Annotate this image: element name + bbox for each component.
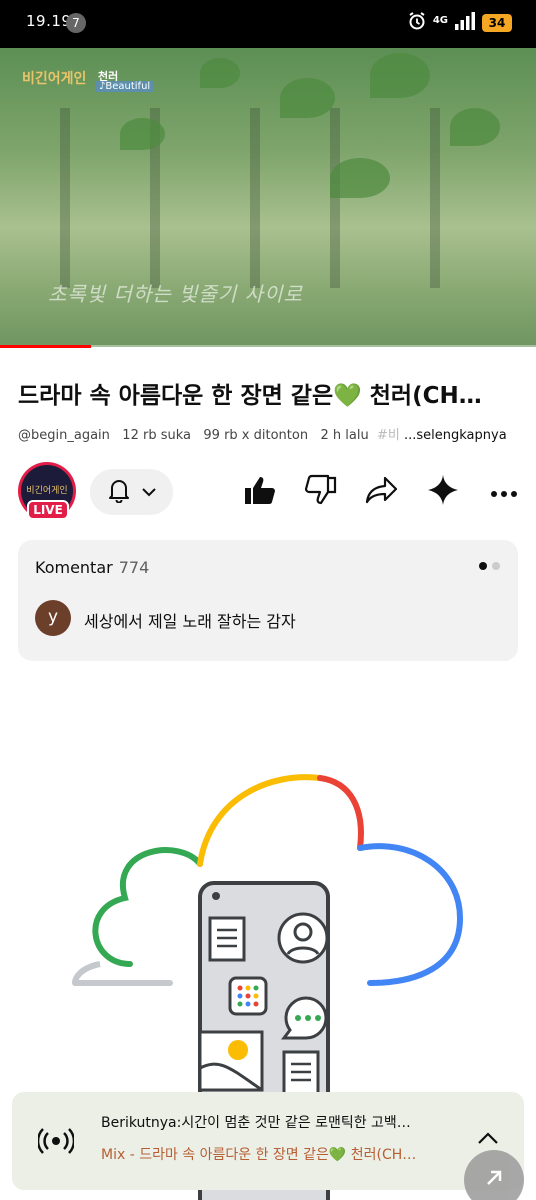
thumbs-up-icon bbox=[243, 474, 277, 510]
live-badge: LIVE bbox=[27, 500, 69, 520]
notification-bell-button[interactable] bbox=[90, 469, 173, 515]
arrow-diagonal-icon bbox=[482, 1166, 506, 1194]
signal-icon bbox=[454, 12, 476, 34]
dislike-button[interactable] bbox=[303, 474, 339, 510]
status-bar: 19.19 7 4G 34 bbox=[0, 0, 536, 48]
upload-age: 2 h lalu bbox=[320, 428, 369, 443]
remix-button[interactable] bbox=[425, 474, 461, 510]
video-subtitle: 초록빛 더하는 빛줄기 사이로 bbox=[48, 282, 303, 306]
broadcast-icon bbox=[36, 1126, 76, 1160]
leaf-cluster bbox=[330, 158, 390, 198]
status-icons: 4G 34 bbox=[407, 12, 512, 34]
clock: 19.19 bbox=[26, 12, 72, 30]
top-comment: 세상에서 제일 노래 잘하는 감자 bbox=[84, 612, 296, 631]
comments-label: Komentar bbox=[35, 558, 113, 577]
video-meta[interactable]: @begin_again 12 rb suka 99 rb x ditonton… bbox=[18, 424, 507, 443]
mix-title: Mix - 드라마 속 아름다운 한 장면 같은💚 천러(CH… bbox=[101, 1147, 417, 1163]
tree-trunk bbox=[60, 108, 70, 288]
hashtag: #비 bbox=[376, 428, 400, 443]
leaf-cluster bbox=[120, 118, 165, 150]
comments-card[interactable]: Komentar 774 y 세상에서 제일 노래 잘하는 감자 bbox=[18, 540, 518, 661]
more-actions-button[interactable] bbox=[486, 474, 522, 510]
leaf-cluster bbox=[450, 108, 500, 146]
carousel-dot bbox=[492, 562, 500, 570]
sparkle-icon bbox=[427, 474, 459, 510]
like-button[interactable] bbox=[242, 474, 278, 510]
view-count: 99 rb x ditonton bbox=[203, 428, 309, 443]
tree-trunk bbox=[430, 108, 440, 288]
thumbs-down-icon bbox=[304, 474, 338, 510]
leaf-cluster bbox=[370, 53, 430, 98]
leaf-cluster bbox=[200, 58, 240, 88]
battery-icon: 34 bbox=[482, 14, 512, 32]
tree-trunk bbox=[250, 108, 260, 288]
show-logo: 비긴어게인 bbox=[22, 71, 87, 87]
notification-badge: 7 bbox=[66, 13, 86, 33]
bell-icon bbox=[107, 477, 131, 507]
network-type: 4G bbox=[432, 14, 448, 26]
video-song-caption: ♪Beautiful bbox=[96, 81, 154, 92]
comments-count: 774 bbox=[118, 558, 150, 577]
more-link[interactable]: ...selengkapnya bbox=[404, 428, 507, 443]
next-up-title: Berikutnya:시간이 멈춘 것만 같은 로맨틱한 고백… bbox=[101, 1115, 411, 1131]
share-arrow-icon bbox=[365, 475, 399, 509]
alarm-icon bbox=[407, 11, 427, 35]
like-count: 12 rb suka bbox=[122, 428, 191, 443]
channel-handle: @begin_again bbox=[18, 428, 110, 443]
video-player[interactable]: 비긴어게인 천러 ♪Beautiful 초록빛 더하는 빛줄기 사이로 bbox=[0, 48, 536, 347]
share-button[interactable] bbox=[364, 474, 400, 510]
carousel-dots bbox=[479, 562, 500, 570]
comments-header: Komentar 774 bbox=[35, 558, 149, 577]
chevron-up-icon[interactable] bbox=[476, 1130, 500, 1150]
next-up-bar[interactable]: Berikutnya:시간이 멈춘 것만 같은 로맨틱한 고백… Mix - 드… bbox=[12, 1092, 524, 1190]
more-dots-icon bbox=[490, 483, 518, 502]
carousel-dot-active bbox=[479, 562, 487, 570]
video-details-sheet: 드라마 속 아름다운 한 장면 같은💚 천러(CH… @begin_again … bbox=[0, 348, 536, 1200]
chevron-down-icon bbox=[141, 483, 157, 502]
video-title[interactable]: 드라마 속 아름다운 한 장면 같은💚 천러(CH… bbox=[18, 376, 518, 410]
commenter-avatar: y bbox=[35, 600, 71, 636]
leaf-cluster bbox=[280, 78, 335, 118]
tree-trunk bbox=[330, 108, 340, 288]
